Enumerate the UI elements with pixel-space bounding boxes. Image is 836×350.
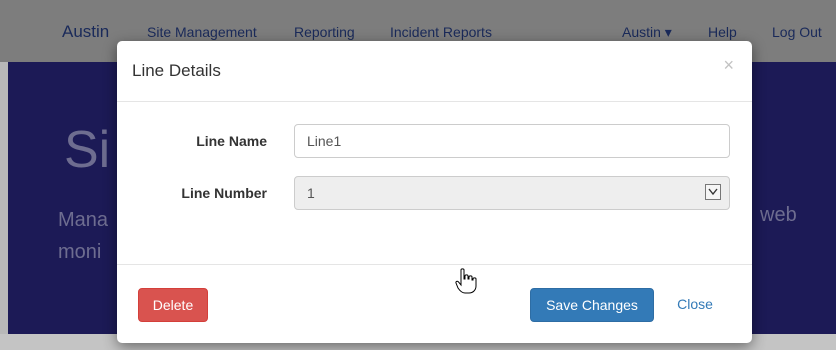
line-number-select[interactable]: 1 (294, 176, 730, 210)
modal-footer: Delete Save Changes Close (117, 264, 752, 344)
close-icon[interactable]: × (723, 55, 734, 76)
close-button[interactable]: Close (669, 288, 721, 322)
nav-help[interactable]: Help (708, 24, 737, 40)
brand-link[interactable]: Austin (62, 22, 109, 42)
nav-site-management[interactable]: Site Management (147, 24, 257, 40)
save-changes-button[interactable]: Save Changes (530, 288, 654, 322)
line-name-input[interactable]: Line1 (294, 124, 730, 158)
modal-header: Line Details × (117, 41, 752, 102)
nav-user-menu[interactable]: Austin ▾ (622, 24, 672, 41)
hero-subtitle-right: web (760, 204, 797, 226)
hero-title: Si (64, 121, 111, 179)
line-name-label: Line Name (196, 133, 267, 149)
line-number-value: 1 (307, 185, 315, 201)
nav-incident-reports[interactable]: Incident Reports (390, 24, 492, 40)
nav-reporting[interactable]: Reporting (294, 24, 355, 40)
line-number-label: Line Number (181, 185, 267, 201)
line-details-modal: Line Details × Line Name Line1 Line Numb… (117, 41, 752, 343)
nav-logout[interactable]: Log Out (772, 24, 822, 40)
chevron-down-icon[interactable] (705, 184, 721, 200)
hand-cursor-icon (455, 268, 477, 294)
modal-title: Line Details (132, 61, 221, 80)
delete-button[interactable]: Delete (138, 288, 208, 322)
